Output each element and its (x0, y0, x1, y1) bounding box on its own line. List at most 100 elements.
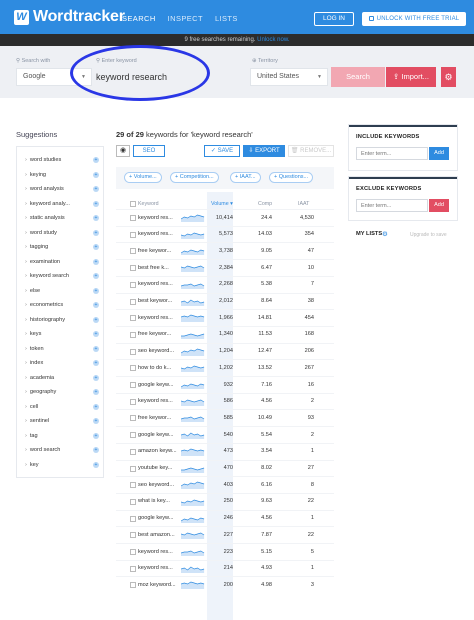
row-checkbox[interactable] (130, 549, 136, 555)
row-checkbox[interactable] (130, 432, 136, 439)
plus-circle-icon[interactable]: + (93, 171, 99, 178)
table-row[interactable]: keyword res... 5,573 14.03 354 (116, 225, 334, 243)
plus-circle-icon[interactable]: + (93, 273, 99, 279)
table-row[interactable]: keyword res... 586 4.56 2 (116, 392, 334, 410)
table-row[interactable]: how to do k... 1,202 13.52 267 (116, 359, 334, 376)
row-keyword[interactable]: youtube key... (138, 465, 178, 471)
row-keyword[interactable]: best free k... (138, 265, 178, 271)
filter-iaat[interactable]: + IAAT... (230, 172, 261, 183)
row-checkbox[interactable] (130, 398, 136, 405)
plus-circle-icon[interactable]: + (93, 215, 99, 221)
row-checkbox[interactable] (130, 248, 136, 255)
plus-circle-icon[interactable]: + (93, 186, 99, 192)
gear-icon[interactable]: ⚙ (382, 230, 388, 238)
table-row[interactable]: best keywor... 2,012 8.64 38 (116, 292, 334, 310)
row-keyword[interactable]: keyword res... (138, 398, 178, 404)
settings-gear-button[interactable]: ⚙ (441, 67, 456, 87)
table-row[interactable]: seo keyword... 403 6.16 8 (116, 476, 334, 493)
plus-circle-icon[interactable]: + (93, 360, 99, 366)
table-row[interactable]: google keyw... 540 5.54 2 (116, 426, 334, 443)
suggestion-item[interactable]: › keyword analy... + (25, 200, 101, 207)
row-keyword[interactable]: keyword res... (138, 549, 178, 555)
login-button[interactable]: LOG IN (314, 12, 354, 26)
row-checkbox[interactable] (130, 265, 136, 272)
row-checkbox[interactable] (130, 215, 136, 221)
row-keyword[interactable]: best keywor... (138, 298, 178, 304)
row-keyword[interactable]: best amazon... (138, 532, 178, 538)
remove-button[interactable]: 🗑 REMOVE... (288, 145, 334, 157)
row-keyword[interactable]: free keywor... (138, 415, 178, 421)
suggestion-item[interactable]: › index + (25, 360, 101, 366)
suggestion-item[interactable]: › examination + (25, 258, 101, 265)
row-checkbox[interactable] (130, 315, 136, 322)
row-keyword[interactable]: amazon keyw... (138, 448, 178, 454)
plus-circle-icon[interactable]: + (93, 461, 99, 468)
table-row[interactable]: keyword res... 214 4.93 1 (116, 559, 334, 577)
suggestion-item[interactable]: › word study + (25, 229, 101, 236)
plus-circle-icon[interactable]: + (93, 200, 99, 207)
select-all-checkbox[interactable] (130, 201, 136, 207)
row-checkbox[interactable] (130, 532, 136, 539)
table-row[interactable]: google keyw... 246 4.56 1 (116, 509, 334, 527)
row-keyword[interactable]: keyword res... (138, 315, 178, 321)
plus-circle-icon[interactable]: + (93, 403, 99, 410)
suggestion-item[interactable]: › else + (25, 287, 101, 294)
row-keyword[interactable]: free keywor... (138, 331, 178, 337)
row-keyword[interactable]: google keyw... (138, 382, 178, 388)
nav-lists[interactable]: LISTS (215, 14, 238, 23)
row-checkbox[interactable] (130, 465, 136, 472)
seo-button[interactable]: SEO (133, 145, 165, 157)
save-button[interactable]: ✓ SAVE (204, 145, 240, 157)
row-checkbox[interactable] (130, 515, 136, 522)
table-row[interactable]: google keyw... 932 7.16 16 (116, 376, 334, 393)
plus-circle-icon[interactable]: + (93, 345, 99, 352)
plus-circle-icon[interactable]: + (93, 244, 99, 250)
suggestion-item[interactable]: › geography + (25, 389, 101, 395)
exclude-term-input[interactable] (356, 199, 428, 212)
search-button[interactable]: Search (331, 67, 385, 87)
table-row[interactable]: best amazon... 227 7.87 22 (116, 526, 334, 543)
plus-circle-icon[interactable]: + (93, 229, 99, 236)
include-term-input[interactable] (356, 147, 428, 160)
row-checkbox[interactable] (130, 382, 136, 388)
suggestion-item[interactable]: › tag + (25, 432, 101, 439)
filter-questions[interactable]: + Questions... (269, 172, 314, 183)
row-checkbox[interactable] (130, 565, 136, 572)
plus-circle-icon[interactable]: + (93, 287, 99, 294)
filter-volume[interactable]: + Volume... (124, 172, 162, 183)
nav-search[interactable]: SEARCH (122, 14, 156, 23)
row-keyword[interactable]: moz keyword... (138, 582, 178, 588)
row-keyword[interactable]: keyword res... (138, 231, 178, 237)
column-comp[interactable]: Comp (258, 201, 272, 207)
table-row[interactable]: amazon keyw... 473 3.54 1 (116, 442, 334, 460)
suggestion-item[interactable]: › keys + (25, 331, 101, 337)
plus-circle-icon[interactable]: + (93, 157, 99, 163)
nav-inspect[interactable]: INSPECT (168, 14, 203, 23)
suggestion-item[interactable]: › word search + (25, 447, 101, 453)
table-row[interactable]: keyword res... 223 5.15 5 (116, 543, 334, 560)
table-row[interactable]: keyword res... 2,268 5.38 7 (116, 275, 334, 293)
row-checkbox[interactable] (130, 498, 136, 505)
plus-circle-icon[interactable]: + (93, 302, 99, 308)
suggestion-item[interactable]: › keyword search + (25, 273, 101, 279)
suggestion-item[interactable]: › static analysis + (25, 215, 101, 221)
suggestion-item[interactable]: › word studies + (25, 157, 101, 163)
logo[interactable]: W Wordtracker (14, 8, 125, 26)
suggestion-item[interactable]: › sentinel + (25, 418, 101, 424)
suggestion-item[interactable]: › econometrics + (25, 302, 101, 308)
column-volume[interactable]: Volume ▾ (211, 201, 233, 207)
row-keyword[interactable]: what is key... (138, 498, 178, 504)
row-keyword[interactable]: free keywor... (138, 248, 178, 254)
row-checkbox[interactable] (130, 231, 136, 238)
row-keyword[interactable]: how to do k... (138, 365, 178, 371)
row-checkbox[interactable] (130, 298, 136, 305)
suggestion-item[interactable]: › key + (25, 461, 101, 468)
plus-circle-icon[interactable]: + (93, 374, 99, 381)
free-trial-button[interactable]: UNLOCK WITH FREE TRIAL (362, 12, 466, 26)
import-button[interactable]: ⇪ Import... (386, 67, 436, 87)
suggestion-item[interactable]: › academia + (25, 374, 101, 381)
row-checkbox[interactable] (130, 482, 136, 489)
suggestion-item[interactable]: › historiography + (25, 316, 101, 323)
plus-circle-icon[interactable]: + (93, 258, 99, 265)
row-keyword[interactable]: keyword res... (138, 281, 178, 287)
